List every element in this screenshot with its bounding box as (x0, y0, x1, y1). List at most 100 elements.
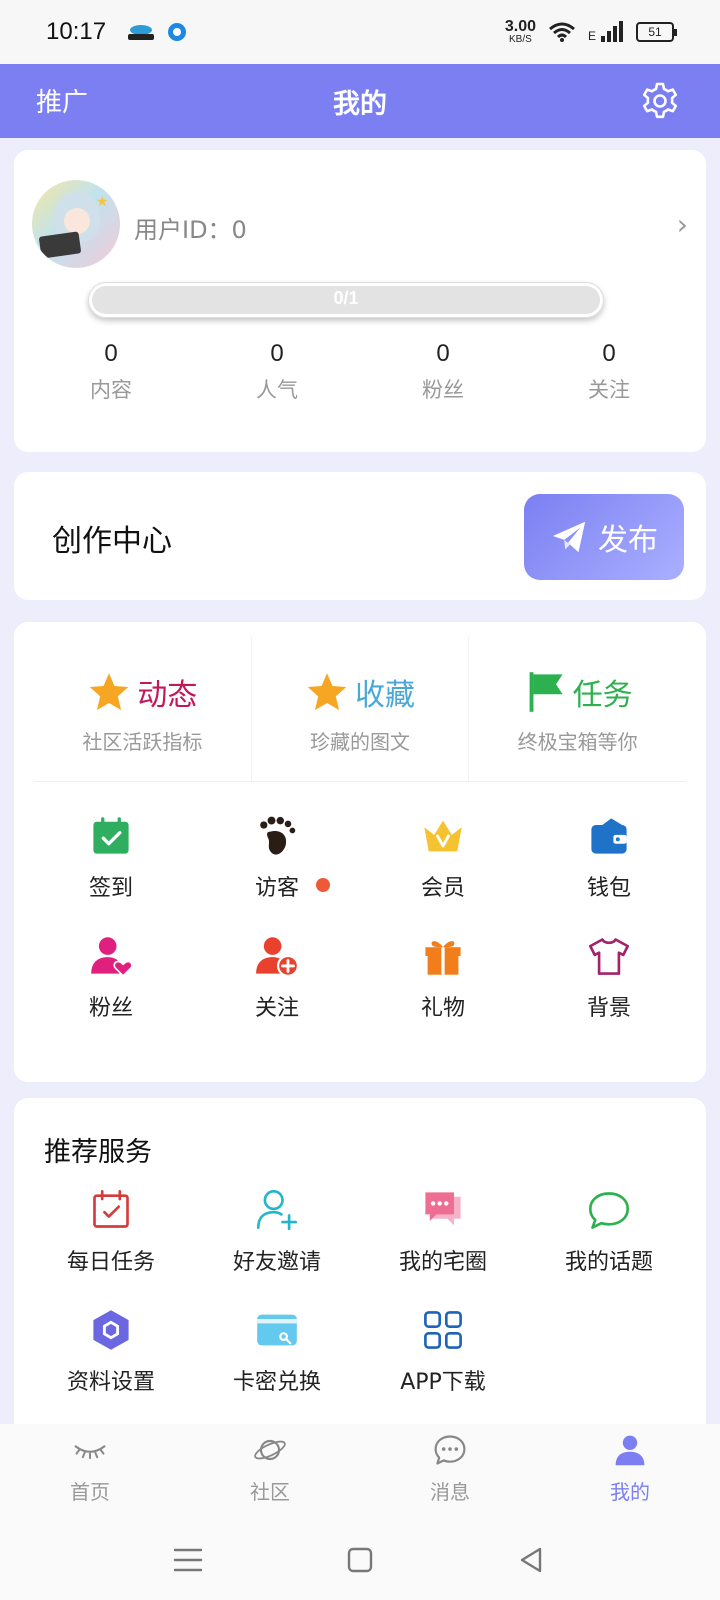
progress-text: 0/1 (333, 288, 359, 308)
user-invite-icon (256, 1189, 298, 1231)
service-my-topics[interactable]: 我的话题 (526, 1178, 692, 1298)
hexagon-icon (93, 1310, 129, 1350)
publish-button[interactable]: 发布 (524, 494, 684, 580)
feature-title: 任务 (572, 678, 633, 713)
creation-center-title: 创作中心 (52, 524, 172, 559)
stat-label: 内容 (90, 378, 132, 402)
chevron-right-icon[interactable]: › (677, 208, 688, 241)
crown-icon (424, 820, 462, 852)
service-label: 我的话题 (564, 1250, 653, 1275)
stat-label: 关注 (588, 378, 630, 402)
avatar[interactable]: ★ (32, 180, 120, 268)
footprint-icon (260, 816, 296, 855)
nav-label: 首页 (70, 1480, 110, 1504)
tshirt-icon (588, 938, 630, 975)
feature-tasks[interactable]: 任务 终极宝箱等你 (468, 636, 686, 781)
stat-popularity[interactable]: 0 人气 (194, 340, 360, 404)
grid-item-label: 礼物 (420, 996, 465, 1021)
feature-subtitle: 终极宝箱等你 (517, 730, 638, 754)
grid-item-background[interactable]: 背景 (526, 924, 692, 1044)
grid-item-membership[interactable]: 会员 (360, 804, 526, 924)
stat-value: 0 (436, 340, 450, 367)
service-label: 好友邀请 (232, 1250, 321, 1275)
stat-value: 0 (602, 340, 616, 367)
grid-apps-icon (424, 1311, 462, 1349)
battery-icon: 51 (636, 22, 677, 42)
top-header: 推广 我的 (0, 64, 720, 138)
stat-fans[interactable]: 0 粉丝 (360, 340, 526, 404)
level-progress-bar: 0/1 (88, 282, 604, 318)
service-invite-friends[interactable]: 好友邀请 (194, 1178, 360, 1298)
nav-label: 社区 (250, 1480, 290, 1504)
star-icon (90, 673, 129, 711)
grid-item-label: 签到 (88, 876, 133, 901)
nav-community[interactable]: 社区 (180, 1424, 360, 1520)
back-triangle-icon[interactable] (514, 1542, 550, 1578)
person-icon (615, 1435, 645, 1466)
grid-item-gifts[interactable]: 礼物 (360, 924, 526, 1044)
features-card: 动态 社区活跃指标 收藏 珍藏的图文 任务 终极宝箱等你 签到 访客 会员 钱包… (14, 622, 706, 1082)
creation-center-card: 创作中心 发布 (14, 472, 706, 600)
nav-messages[interactable]: 消息 (360, 1424, 540, 1520)
feature-title: 收藏 (355, 678, 415, 713)
nav-label: 消息 (430, 1480, 470, 1504)
grid-item-label: 钱包 (586, 876, 631, 901)
grid-item-label: 会员 (420, 876, 465, 901)
feature-activity[interactable]: 动态 社区活跃指标 (34, 636, 251, 781)
services-grid: 每日任务 好友邀请 我的宅圈 我的话题 资料设置 卡密兑换 APP下载 (28, 1178, 692, 1418)
service-label: 卡密兑换 (232, 1370, 321, 1395)
bottom-nav: 首页 社区 消息 我的 (0, 1424, 720, 1520)
calendar-check-icon (93, 817, 129, 854)
stat-value: 0 (270, 340, 284, 367)
page-title: 我的 (333, 89, 387, 120)
user-id: 用户ID：0 (134, 216, 247, 244)
feature-title: 动态 (137, 678, 198, 713)
gear-icon[interactable] (640, 81, 680, 121)
service-label: 每日任务 (66, 1250, 155, 1275)
grid-item-wallet[interactable]: 钱包 (526, 804, 692, 924)
service-profile-settings[interactable]: 资料设置 (28, 1298, 194, 1418)
star-icon (307, 673, 347, 711)
service-label: APP下载 (400, 1370, 486, 1395)
service-daily-tasks[interactable]: 每日任务 (28, 1178, 194, 1298)
stat-label: 人气 (256, 378, 298, 402)
nav-me[interactable]: 我的 (540, 1424, 720, 1520)
status-bar: 10:17 3.00 KB/S E 51 (0, 0, 720, 64)
gift-icon (425, 941, 461, 975)
chat-bubbles-icon (425, 1192, 461, 1226)
nav-label: 我的 (610, 1480, 650, 1504)
wallet-icon (591, 818, 627, 854)
nav-home[interactable]: 首页 (0, 1424, 180, 1520)
new-visitor-badge (316, 878, 330, 892)
grid-item-following[interactable]: 关注 (194, 924, 360, 1044)
notification-app-icon (168, 23, 187, 41)
stat-following[interactable]: 0 关注 (526, 340, 692, 404)
service-my-circle[interactable]: 我的宅圈 (360, 1178, 526, 1298)
stat-label: 粉丝 (422, 378, 464, 402)
flag-icon (529, 672, 563, 712)
net-speed: 3.00 KB/S (504, 18, 536, 45)
profile-card: ★ 用户ID：0 › 0/1 0 内容 0 人气 0 粉丝 0 关注 (14, 150, 706, 452)
stat-content[interactable]: 0 内容 (28, 340, 194, 404)
feature-favorites[interactable]: 收藏 珍藏的图文 (250, 636, 469, 781)
menu-icon[interactable] (170, 1542, 206, 1578)
grid-item-label: 关注 (254, 996, 299, 1021)
message-icon (434, 1435, 466, 1465)
user-heart-icon (91, 937, 133, 977)
home-square-icon[interactable] (342, 1542, 378, 1578)
network-type-label: E (587, 29, 596, 43)
service-label: 我的宅圈 (398, 1250, 487, 1275)
service-app-download[interactable]: APP下载 (360, 1298, 526, 1418)
feature-subtitle: 珍藏的图文 (310, 730, 410, 754)
calendar-task-icon (93, 1189, 129, 1228)
quick-grid: 签到 访客 会员 钱包 粉丝 关注 礼物 背景 (28, 804, 692, 1044)
satellite-app-icon (128, 21, 155, 43)
feature-subtitle: 社区活跃指标 (82, 730, 203, 754)
profile-stats: 0 内容 0 人气 0 粉丝 0 关注 (28, 340, 692, 404)
service-card-redeem[interactable]: 卡密兑换 (194, 1298, 360, 1418)
grid-item-visitors[interactable]: 访客 (194, 804, 360, 924)
signal-icon (601, 21, 623, 42)
grid-item-fans[interactable]: 粉丝 (28, 924, 194, 1044)
grid-item-checkin[interactable]: 签到 (28, 804, 194, 924)
chat-bubble-icon (588, 1192, 630, 1229)
